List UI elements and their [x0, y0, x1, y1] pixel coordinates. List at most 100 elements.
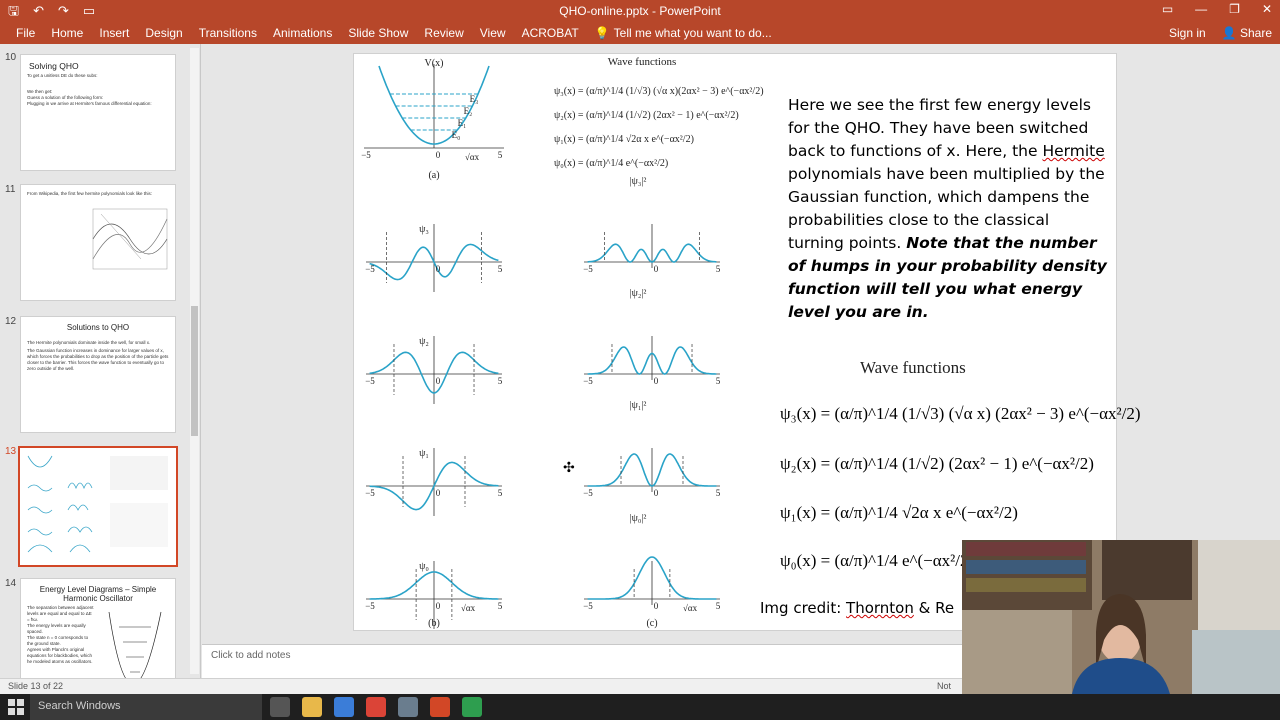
image-credit: Img credit: Thornton & Re: [760, 599, 955, 617]
psi0-panel-tick-neg: −5: [365, 601, 375, 611]
label-e1: E₁: [458, 118, 467, 128]
prob3-panel-tick-pos: 5: [716, 264, 721, 274]
equation-psi1: ψ₁(x) = (α/π)^1/4 √2α x e^(−αx²/2): [780, 503, 1018, 522]
app-icon[interactable]: [398, 697, 418, 717]
prob0-label: |ψ₀|²: [630, 513, 647, 524]
slide-number-14: 14: [5, 578, 17, 589]
slide-number-13: 13: [5, 446, 17, 457]
wave-functions-heading: Wave functions: [860, 358, 966, 377]
tab-design[interactable]: Design: [137, 26, 190, 40]
window-controls: ▭ — ❐ ✕: [1162, 2, 1272, 16]
potential-label: V(x): [425, 58, 444, 69]
lightbulb-icon: 💡: [594, 26, 610, 40]
slide-thumbnail-12[interactable]: Solutions to QHO The Hermite polynomials…: [20, 316, 176, 433]
slide-number-11: 11: [5, 184, 16, 195]
powerpoint-icon[interactable]: [430, 697, 450, 717]
label-e0: E₀: [452, 130, 461, 140]
psi3-panel-tick-pos: 5: [498, 264, 503, 274]
store-icon[interactable]: [334, 697, 354, 717]
share-label: Share: [1239, 26, 1272, 40]
tab-slide-show[interactable]: Slide Show: [340, 26, 416, 40]
prob3-panel-tick-zero: 0: [654, 264, 659, 274]
tab-acrobat[interactable]: ACROBAT: [514, 26, 587, 40]
slide-thumbnail-13[interactable]: [18, 446, 178, 567]
psi2-label: ψ₂: [419, 336, 429, 347]
psi0-panel-tick-pos: 5: [498, 601, 503, 611]
small-eq-psi3: ψ₃(x) = (α/π)^1/4 (1/√3) (√α x)(2αx² − 3…: [554, 86, 764, 97]
slide-thumbnail-10[interactable]: Solving QHO To get a unitless DE do thes…: [20, 54, 176, 171]
thumbnail-body: To get a unitless DE do these subs: We t…: [27, 73, 152, 106]
potential-tick-neg: −5: [361, 150, 371, 160]
equation-psi3: ψ₃(x) = (α/π)^1/4 (1/√3) (√α x) (2αx² − …: [780, 404, 1141, 423]
tell-me-box[interactable]: 💡 Tell me what you want to do...: [587, 26, 780, 40]
close-button[interactable]: ✕: [1262, 2, 1272, 16]
psi1-panel-tick-neg: −5: [365, 488, 375, 498]
ribbon-tabs: File Home Insert Design Transitions Anim…: [0, 22, 1280, 44]
slide-counter: Slide 13 of 22: [8, 681, 64, 691]
potential-tick-zero: 0: [436, 150, 441, 160]
small-eq-psi0: ψ₀(x) = (α/π)^1/4 e^(−αx²/2): [554, 158, 669, 169]
sign-in-link[interactable]: Sign in: [1169, 26, 1206, 40]
file-explorer-icon[interactable]: [302, 697, 322, 717]
tab-home[interactable]: Home: [43, 26, 91, 40]
tab-animations[interactable]: Animations: [265, 26, 340, 40]
tab-review[interactable]: Review: [416, 26, 471, 40]
small-equation-list: ψ₃(x) = (α/π)^1/4 (1/√3) (√α x)(2αx² − 3…: [554, 80, 764, 176]
task-view-icon[interactable]: [270, 697, 290, 717]
thumbnail-scrollbar[interactable]: [190, 48, 199, 674]
prob0-panel-tick-neg: −5: [583, 601, 593, 611]
scrollbar-thumb[interactable]: [191, 306, 198, 436]
psi1-panel-tick-zero: 0: [436, 488, 441, 498]
notes-toggle[interactable]: Not: [937, 681, 951, 691]
tell-me-text: Tell me what you want to do...: [613, 26, 772, 40]
mouse-cursor-icon: ✣: [563, 459, 575, 475]
explanation-text: Here we see the first few energy levels …: [788, 96, 1107, 321]
tab-transitions[interactable]: Transitions: [191, 26, 265, 40]
tab-view[interactable]: View: [472, 26, 514, 40]
person-icon: 👤: [1221, 26, 1237, 40]
prob-x-label: √αx: [683, 603, 698, 613]
window-title: QHO-online.pptx - PowerPoint: [559, 4, 721, 18]
slide-number-10: 10: [5, 52, 17, 63]
label-e2: E₂: [464, 106, 473, 116]
prob2-panel-tick-zero: 0: [654, 376, 659, 386]
potential-x-label: √αx: [465, 152, 480, 162]
prob1-panel-tick-pos: 5: [716, 488, 721, 498]
tab-insert[interactable]: Insert: [91, 26, 137, 40]
prob2-panel-tick-pos: 5: [716, 376, 721, 386]
windows-start-icon[interactable]: [8, 699, 24, 715]
prob1-panel-tick-neg: −5: [583, 488, 593, 498]
thumbnail-title: Solving QHO: [29, 61, 79, 71]
restore-button[interactable]: ❐: [1229, 2, 1240, 16]
equation-psi2: ψ₂(x) = (α/π)^1/4 (1/√2) (2αx² − 1) e^(−…: [780, 454, 1094, 473]
psi2-panel-tick-pos: 5: [498, 376, 503, 386]
figure-top-title: Wave functions: [608, 56, 676, 68]
small-eq-psi1: ψ₁(x) = (α/π)^1/4 √2α x e^(−αx²/2): [554, 134, 694, 145]
hermite-word: Hermite: [1042, 142, 1105, 160]
prob2-label: |ψ₂|²: [630, 288, 647, 299]
taskbar-apps: [270, 697, 482, 717]
prob2-panel-tick-neg: −5: [583, 376, 593, 386]
psi0-label: ψ₀: [419, 561, 429, 572]
psi1-panel-tick-pos: 5: [498, 488, 503, 498]
panel-b-label: (b): [428, 618, 440, 629]
chrome-icon[interactable]: [366, 697, 386, 717]
prob3-label: |ψ₃|²: [630, 176, 647, 187]
slide-thumbnail-11[interactable]: From Wikipedia, the first few hermite po…: [20, 184, 176, 301]
psi-x-label: √αx: [461, 603, 476, 613]
panel-c-label: (c): [646, 618, 657, 629]
psi3-panel-tick-zero: 0: [436, 264, 441, 274]
minimize-button[interactable]: —: [1195, 2, 1207, 16]
prob0-panel-tick-pos: 5: [716, 601, 721, 611]
tab-file[interactable]: File: [8, 26, 43, 40]
prob1-label: |ψ₁|²: [630, 400, 647, 411]
taskbar-search-box[interactable]: Search Windows: [30, 694, 262, 720]
ribbon-display-button[interactable]: ▭: [1162, 2, 1173, 16]
psi1-label: ψ₁: [419, 448, 429, 459]
green-app-icon[interactable]: [462, 697, 482, 717]
share-button[interactable]: 👤 Share: [1222, 26, 1272, 40]
slide-thumbnail-pane: 10 Solving QHO To get a unitless DE do t…: [0, 44, 201, 695]
current-slide-miniature: [27, 455, 168, 553]
prob0-panel-tick-zero: 0: [654, 601, 659, 611]
prob3-panel-tick-neg: −5: [583, 264, 593, 274]
